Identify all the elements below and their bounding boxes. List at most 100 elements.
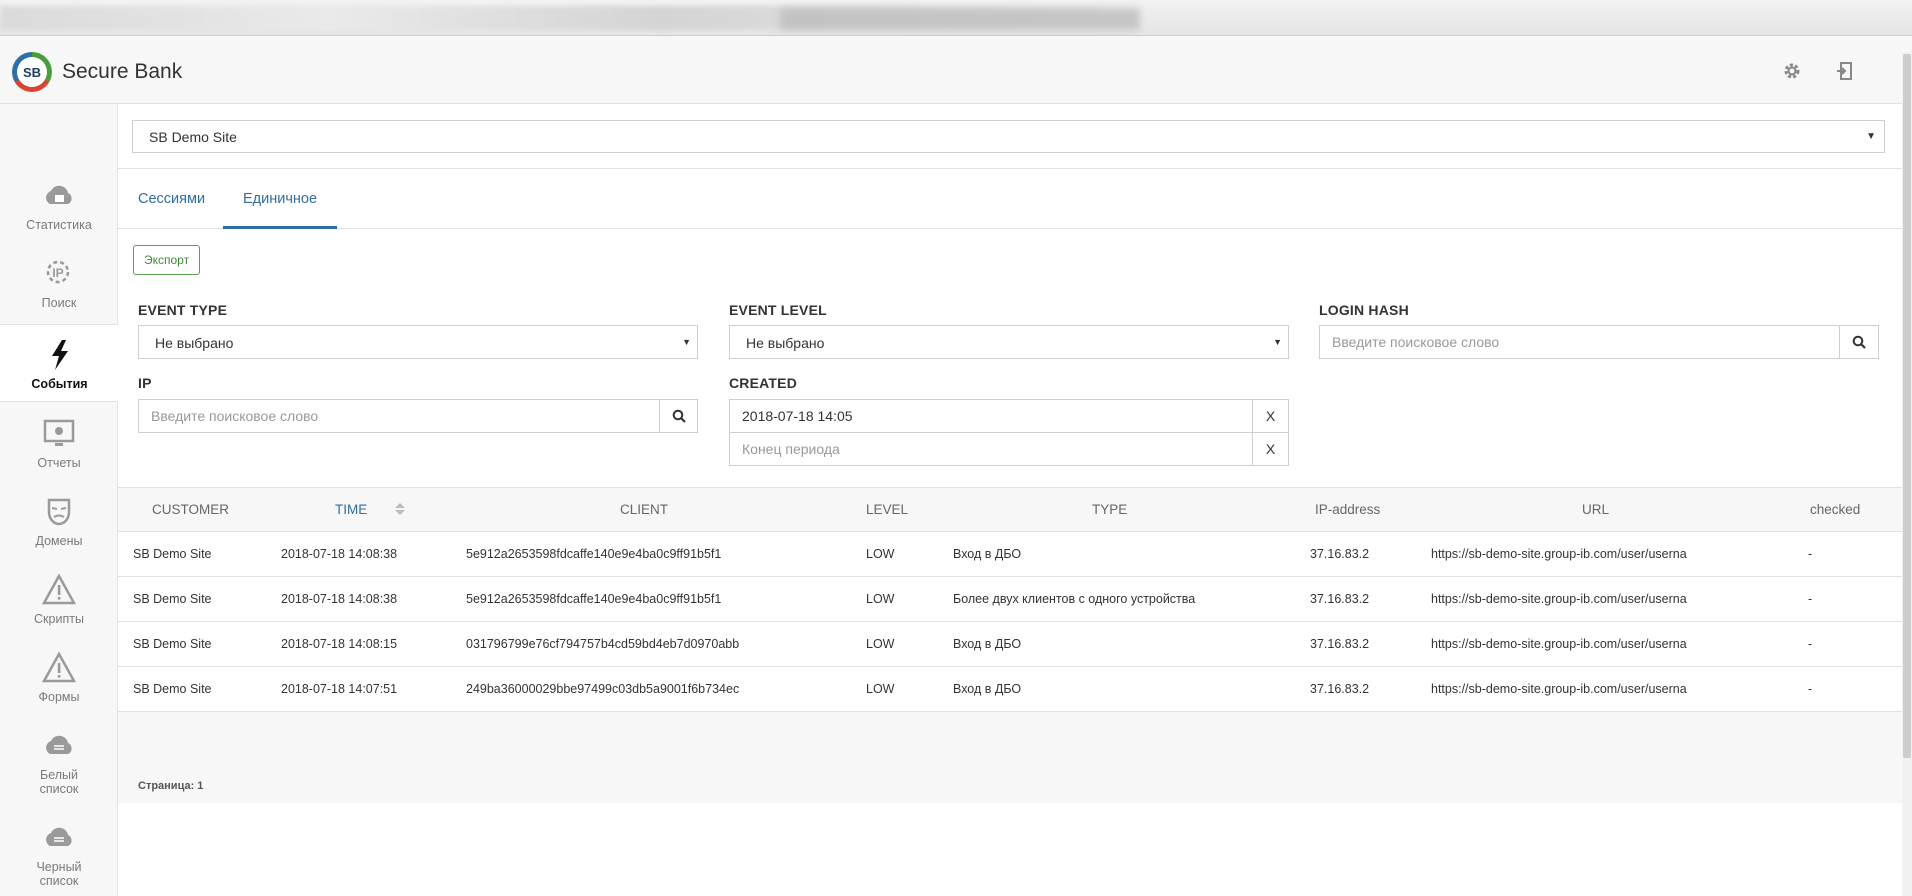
warning-icon xyxy=(41,651,77,683)
sidebar-item-search[interactable]: IP Поиск xyxy=(0,256,118,334)
column-url[interactable]: URL xyxy=(1582,502,1609,517)
site-select[interactable]: SB Demo Site ▼ xyxy=(132,120,1885,153)
event-level-select[interactable]: Не выбрано ▼ xyxy=(729,325,1289,359)
cell-customer: SB Demo Site xyxy=(133,682,212,696)
cell-ip: 37.16.83.2 xyxy=(1310,547,1370,561)
sidebar-item-label: Скрипты xyxy=(34,612,84,626)
cell-url[interactable]: https://sb-demo-site.group-ib.com/user/u… xyxy=(1431,592,1687,606)
cell-url[interactable]: https://sb-demo-site.group-ib.com/user/u… xyxy=(1431,637,1687,651)
pager-label: Страница: 1 xyxy=(138,780,204,792)
cell-ip: 37.16.83.2 xyxy=(1310,637,1370,651)
lightning-icon xyxy=(51,340,68,370)
event-type-value: Не выбрано xyxy=(155,335,234,351)
caret-down-icon: ▼ xyxy=(682,337,691,347)
cell-client: 031796799e76cf794757b4cd59bd4eb7d0970abb xyxy=(466,637,740,651)
sidebar-item-reports[interactable]: Отчеты xyxy=(0,416,118,494)
cell-type: Вход в ДБО xyxy=(953,547,1022,561)
caret-down-icon: ▼ xyxy=(1866,131,1876,142)
sidebar-item-label: События xyxy=(31,377,88,391)
sidebar-item-events[interactable]: События xyxy=(0,324,119,402)
table-row[interactable]: SB Demo Site 2018-07-18 14:08:38 5e912a2… xyxy=(118,532,1902,577)
event-type-label: EVENT TYPE xyxy=(138,302,228,318)
cell-type: Вход в ДБО xyxy=(953,682,1022,696)
browser-tab-blur xyxy=(780,8,1140,30)
ip-label: IP xyxy=(138,375,152,391)
cloud-list-icon xyxy=(46,827,72,846)
column-level[interactable]: LEVEL xyxy=(866,502,908,517)
column-client[interactable]: CLIENT xyxy=(620,502,668,517)
column-checked[interactable]: checked xyxy=(1810,502,1860,517)
created-start-input[interactable] xyxy=(729,399,1253,433)
events-table: CUSTOMER TIME CLIENT LEVEL TYPE IP-addre… xyxy=(118,487,1902,803)
created-end-input[interactable] xyxy=(729,432,1253,466)
table-header: CUSTOMER TIME CLIENT LEVEL TYPE IP-addre… xyxy=(118,488,1902,532)
cloud-stats-icon xyxy=(46,185,72,204)
event-level-value: Не выбрано xyxy=(746,335,825,351)
sort-icon xyxy=(395,503,406,515)
sidebar-item-forms[interactable]: Формы xyxy=(0,650,118,728)
sidebar-item-label: Статистика xyxy=(26,218,92,232)
ip-search-icon: IP xyxy=(46,260,70,284)
export-button[interactable]: Экспорт xyxy=(133,245,201,275)
cell-url[interactable]: https://sb-demo-site.group-ib.com/user/u… xyxy=(1431,547,1687,561)
cell-customer: SB Demo Site xyxy=(133,592,212,606)
cell-time: 2018-07-18 14:07:51 xyxy=(281,682,398,696)
sidebar: Статистика IP Поиск События Отчеты Домен… xyxy=(0,104,119,896)
cell-url[interactable]: https://sb-demo-site.group-ib.com/user/u… xyxy=(1431,682,1687,696)
sidebar-item-blacklist[interactable]: Черный список xyxy=(0,820,118,896)
table-row[interactable]: SB Demo Site 2018-07-18 14:08:15 0317967… xyxy=(118,622,1902,667)
cell-time: 2018-07-18 14:08:38 xyxy=(281,547,398,561)
sidebar-item-label: Отчеты xyxy=(37,456,81,470)
login-hash-search-button[interactable] xyxy=(1839,325,1879,359)
column-customer[interactable]: CUSTOMER xyxy=(152,502,229,517)
cell-checked: - xyxy=(1808,682,1813,696)
cell-type: Более двух клиентов с одного устройства xyxy=(953,592,1196,606)
login-hash-label: LOGIN HASH xyxy=(1319,302,1409,318)
page-scrollbar[interactable] xyxy=(1902,52,1912,896)
column-time[interactable]: TIME xyxy=(335,502,406,517)
column-ip-address[interactable]: IP-address xyxy=(1315,502,1380,517)
login-hash-input[interactable] xyxy=(1319,325,1840,359)
cell-ip: 37.16.83.2 xyxy=(1310,682,1370,696)
sidebar-item-label: Черный список xyxy=(36,860,82,888)
cell-time: 2018-07-18 14:08:15 xyxy=(281,637,398,651)
column-type[interactable]: TYPE xyxy=(1092,502,1127,517)
cell-level: LOW xyxy=(866,637,895,651)
sidebar-item-scripts[interactable]: Скрипты xyxy=(0,572,118,650)
sidebar-item-label: Белый список xyxy=(39,768,79,796)
monitor-bug-icon xyxy=(43,419,75,446)
search-icon xyxy=(672,409,686,423)
cell-time: 2018-07-18 14:08:38 xyxy=(281,592,398,606)
created-start-clear-button[interactable]: X xyxy=(1252,399,1289,433)
table-row[interactable]: SB Demo Site 2018-07-18 14:07:51 249ba36… xyxy=(118,667,1902,712)
cell-level: LOW xyxy=(866,592,895,606)
event-type-select[interactable]: Не выбрано ▼ xyxy=(138,325,698,359)
cell-checked: - xyxy=(1808,592,1813,606)
sidebar-item-label: Домены xyxy=(35,534,83,548)
created-label: CREATED xyxy=(729,375,798,391)
logout-icon[interactable] xyxy=(1834,60,1856,82)
tab-single[interactable]: Единичное xyxy=(223,169,338,229)
cell-level: LOW xyxy=(866,682,895,696)
cell-checked: - xyxy=(1808,637,1813,651)
tabs-bar: Сессиями Единичное xyxy=(118,169,1902,229)
scrollbar-thumb[interactable] xyxy=(1903,54,1911,758)
cell-type: Вход в ДБО xyxy=(953,637,1022,651)
ip-search-button[interactable] xyxy=(659,399,698,433)
ip-input[interactable] xyxy=(138,399,660,433)
created-end-clear-button[interactable]: X xyxy=(1252,432,1289,466)
mask-icon xyxy=(47,498,71,526)
warning-icon xyxy=(41,573,77,605)
main-panel: Сессиями Единичное Экспорт EVENT TYPE Не… xyxy=(118,168,1902,896)
site-select-value: SB Demo Site xyxy=(149,129,237,145)
sidebar-item-whitelist[interactable]: Белый список xyxy=(0,728,118,818)
table-row[interactable]: SB Demo Site 2018-07-18 14:08:38 5e912a2… xyxy=(118,577,1902,622)
sidebar-item-domains[interactable]: Домены xyxy=(0,494,118,572)
logo-text: SB xyxy=(17,57,47,87)
tab-sessions[interactable]: Сессиями xyxy=(118,169,225,229)
cell-client: 249ba36000029bbe97499c03db5a9001f6b734ec xyxy=(466,682,740,696)
sidebar-item-statistics[interactable]: Статистика xyxy=(0,178,118,256)
gear-icon[interactable] xyxy=(1781,60,1803,82)
browser-toolbar xyxy=(0,0,1912,36)
column-time-label: TIME xyxy=(335,502,368,517)
